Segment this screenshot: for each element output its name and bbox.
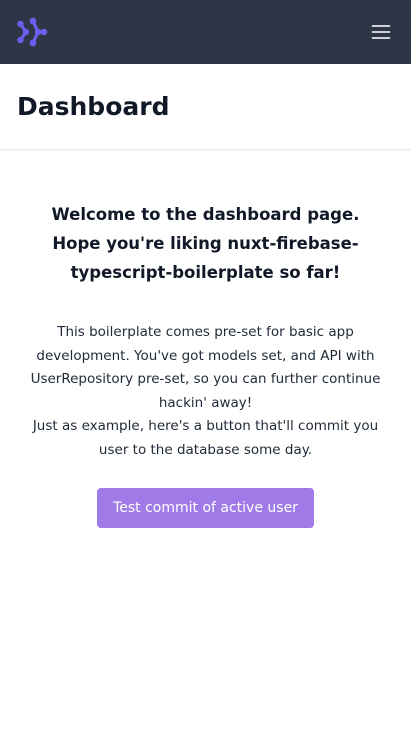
intro-paragraph-2: Just as example, here's a button that'll… xyxy=(32,418,379,458)
nuxt-logo-icon[interactable] xyxy=(16,16,48,48)
intro-text: This boilerplate comes pre-set for basic… xyxy=(22,321,389,462)
test-commit-user-button[interactable]: Test commit of active user xyxy=(97,488,314,528)
welcome-line-2: Hope you're liking nuxt-firebase-typescr… xyxy=(52,234,359,282)
hamburger-menu-icon[interactable] xyxy=(367,18,395,46)
welcome-heading: Welcome to the dashboard page. Hope you'… xyxy=(14,200,397,287)
dashboard-content: Welcome to the dashboard page. Hope you'… xyxy=(0,150,411,528)
welcome-line-1: Welcome to the dashboard page. xyxy=(51,205,360,224)
top-navbar xyxy=(0,0,411,64)
page-header: Dashboard xyxy=(0,64,411,150)
page-title: Dashboard xyxy=(17,91,170,121)
intro-paragraph-1: This boilerplate comes pre-set for basic… xyxy=(30,324,381,411)
